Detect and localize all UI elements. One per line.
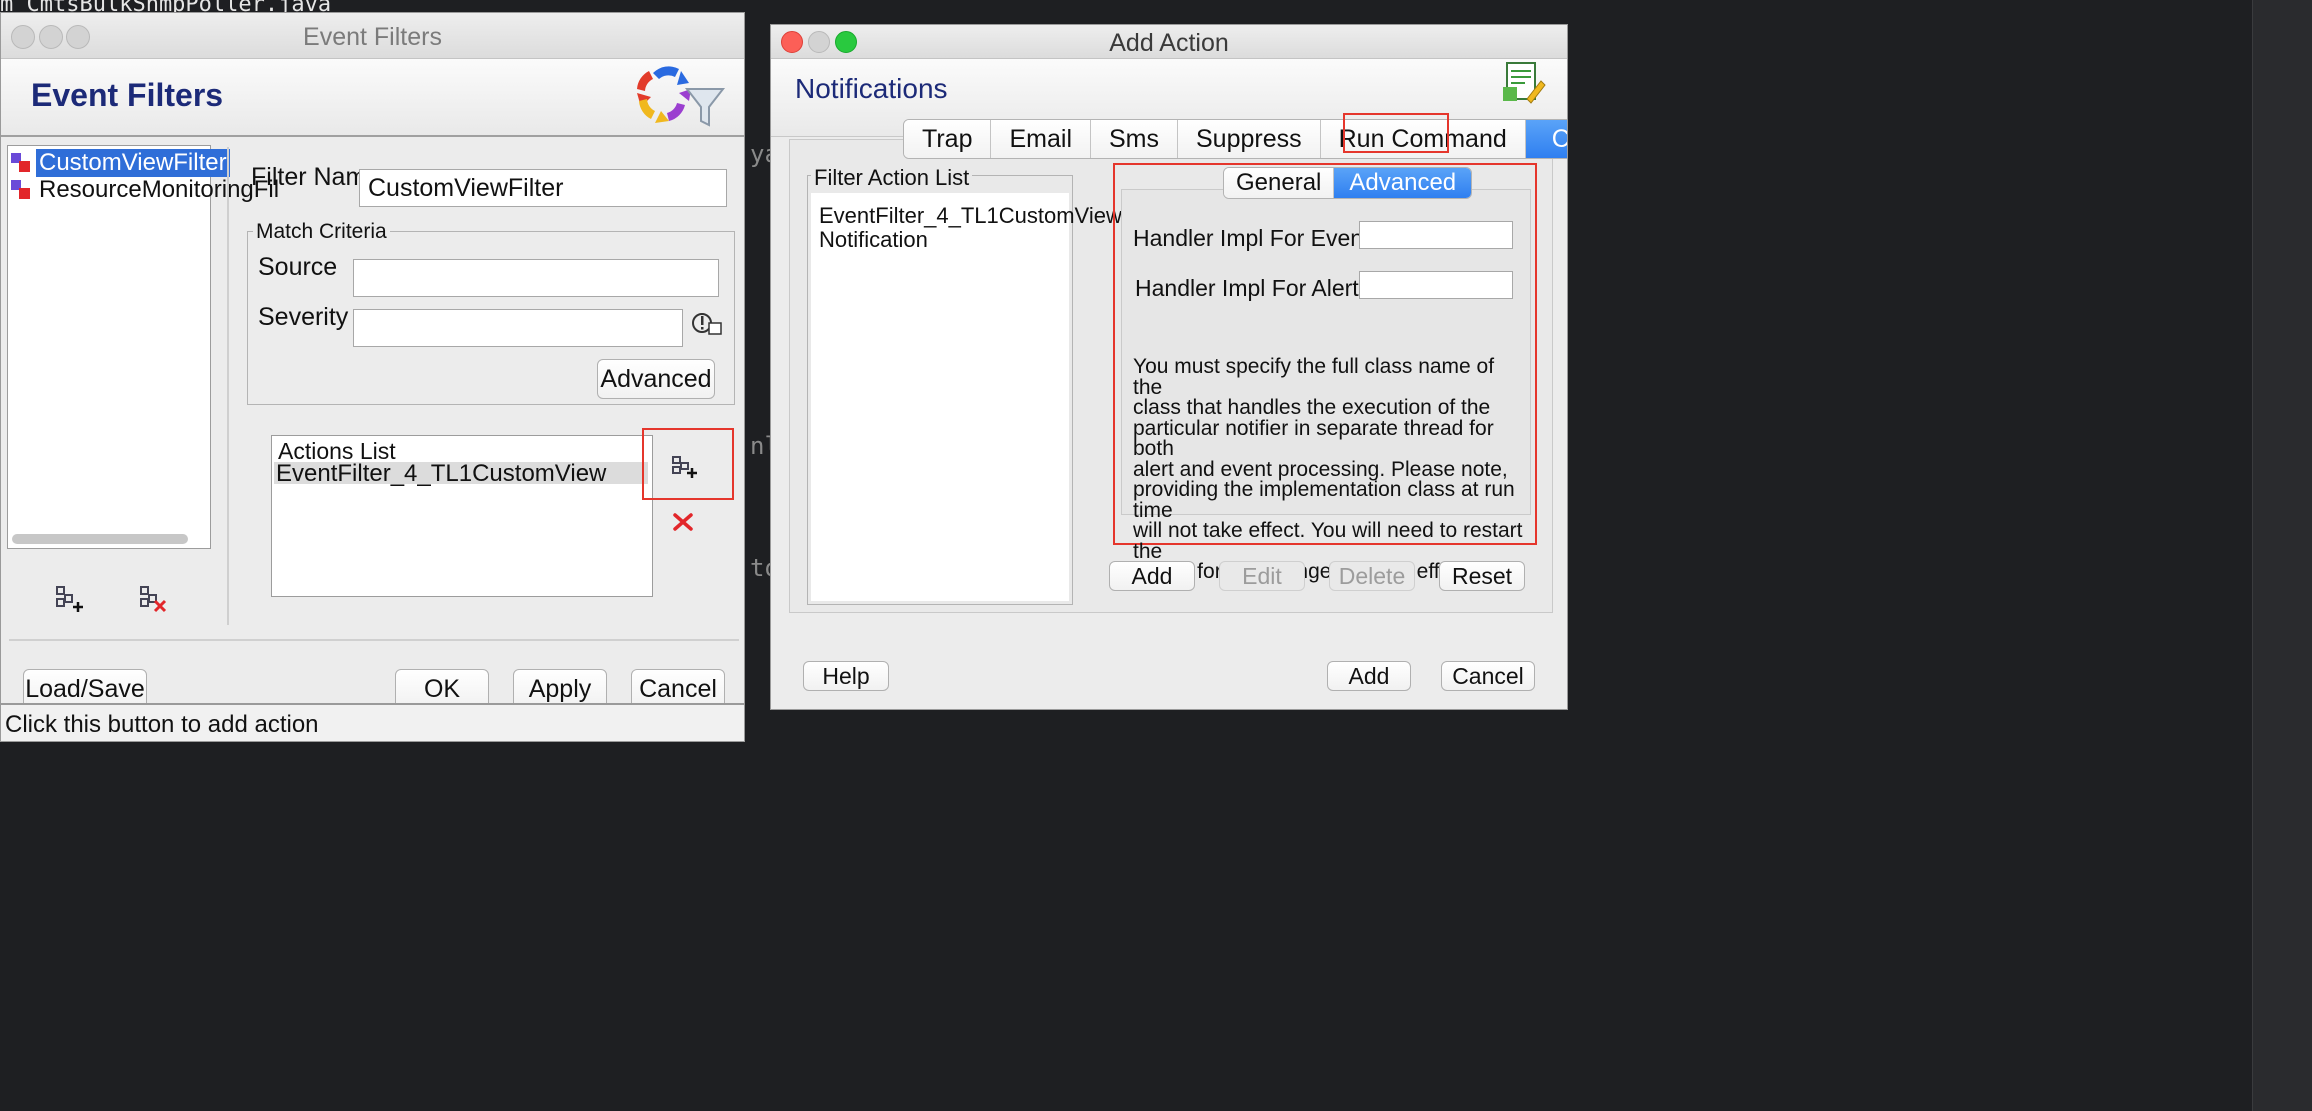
source-label: Source bbox=[258, 253, 338, 281]
footer-add-button[interactable]: Add bbox=[1327, 661, 1411, 691]
edit-button[interactable]: Edit bbox=[1219, 561, 1305, 591]
tree-item-label: CustomViewFilter bbox=[36, 149, 230, 177]
add-action-titlebar[interactable]: Add Action bbox=[771, 25, 1567, 59]
advanced-button[interactable]: Advanced bbox=[597, 359, 715, 399]
window-title: Add Action bbox=[1109, 29, 1229, 57]
custom-sub-tabs: General Advanced bbox=[1223, 167, 1473, 199]
info-line: alert and event processing. Please note, bbox=[1133, 457, 1508, 481]
notification-tabs: Trap Email Sms Suppress Run Command Cust… bbox=[903, 119, 1567, 159]
info-line: will not take effect. You will need to r… bbox=[1133, 519, 1523, 563]
tree-item[interactable]: ResourceMonitoringFil bbox=[10, 176, 282, 203]
info-line: class that handles the execution of the bbox=[1133, 396, 1491, 419]
info-text: You must specify the full class name of … bbox=[1133, 355, 1523, 583]
tree-item[interactable]: CustomViewFilter bbox=[10, 149, 230, 177]
tab-general[interactable]: General bbox=[1224, 168, 1335, 198]
tab-sms[interactable]: Sms bbox=[1091, 120, 1178, 158]
vertical-separator bbox=[227, 147, 229, 625]
handler-alerts-input[interactable] bbox=[1359, 271, 1513, 299]
custom-tab-highlight bbox=[1343, 113, 1449, 153]
add-filter-icon[interactable] bbox=[51, 581, 85, 615]
footer-cancel-button[interactable]: Cancel bbox=[1441, 661, 1535, 691]
tab-suppress[interactable]: Suppress bbox=[1178, 120, 1321, 158]
reset-button[interactable]: Reset bbox=[1439, 561, 1525, 591]
info-line: You must specify the full class name of … bbox=[1133, 355, 1495, 399]
delete-button[interactable]: Delete bbox=[1329, 561, 1415, 591]
event-filters-window: Event Filters Event Filters CustomViewFi bbox=[0, 12, 745, 742]
severity-picker-icon[interactable] bbox=[691, 309, 723, 339]
window-title: Event Filters bbox=[303, 23, 442, 51]
match-criteria-label: Match Criteria bbox=[253, 220, 390, 244]
tree-item-label: ResourceMonitoringFil bbox=[39, 176, 280, 203]
severity-label: Severity bbox=[258, 303, 349, 331]
header-band: Event Filters bbox=[1, 59, 744, 137]
event-filters-titlebar[interactable]: Event Filters bbox=[1, 13, 744, 59]
source-input[interactable] bbox=[353, 259, 719, 297]
page-title: Notifications bbox=[795, 73, 948, 104]
tab-email[interactable]: Email bbox=[991, 120, 1091, 158]
filter-node-icon bbox=[10, 152, 32, 174]
background-editor-strip bbox=[2252, 0, 2312, 1111]
filter-tree[interactable]: CustomViewFilter ResourceMonitoringFil bbox=[7, 145, 279, 549]
filter-action-list[interactable]: EventFilter_4_TL1CustomView Notification bbox=[811, 193, 1122, 601]
filter-action-list-label: Filter Action List bbox=[811, 165, 973, 191]
handler-events-label: Handler Impl For Events bbox=[1133, 225, 1381, 251]
tab-advanced[interactable]: Advanced bbox=[1334, 168, 1472, 198]
page-title: Event Filters bbox=[31, 77, 224, 113]
actions-list[interactable]: Actions List EventFilter_4_TL1CustomView bbox=[271, 435, 653, 597]
event-filters-logo-icon bbox=[631, 63, 727, 129]
tab-custom[interactable]: Custom bbox=[1525, 120, 1567, 158]
tree-horizontal-scrollbar[interactable] bbox=[12, 534, 188, 544]
help-button[interactable]: Help bbox=[803, 661, 889, 691]
notifications-logo-icon bbox=[1501, 59, 1549, 109]
filter-node-icon bbox=[10, 179, 32, 201]
add-action-window: Add Action Notifications Trap Email Sms … bbox=[770, 24, 1568, 710]
filter-name-input[interactable] bbox=[359, 169, 727, 207]
delete-action-icon[interactable] bbox=[667, 507, 701, 541]
tab-trap[interactable]: Trap bbox=[904, 120, 992, 158]
info-line: providing the implementation class at ru… bbox=[1133, 478, 1515, 522]
bottom-separator bbox=[9, 639, 739, 641]
add-button[interactable]: Add bbox=[1109, 561, 1195, 591]
delete-filter-icon[interactable] bbox=[135, 581, 169, 615]
handler-alerts-label: Handler Impl For Alerts bbox=[1135, 275, 1371, 301]
filter-action-item[interactable]: EventFilter_4_TL1CustomView bbox=[819, 203, 1122, 229]
filter-action-item[interactable]: Notification bbox=[819, 227, 928, 253]
status-bar: Click this button to add action bbox=[1, 703, 744, 741]
severity-input[interactable] bbox=[353, 309, 683, 347]
actions-list-item: EventFilter_4_TL1CustomView bbox=[276, 460, 607, 487]
add-action-icon[interactable] bbox=[665, 449, 703, 485]
info-line: particular notifier in separate thread f… bbox=[1133, 416, 1494, 460]
handler-events-input[interactable] bbox=[1359, 221, 1513, 249]
